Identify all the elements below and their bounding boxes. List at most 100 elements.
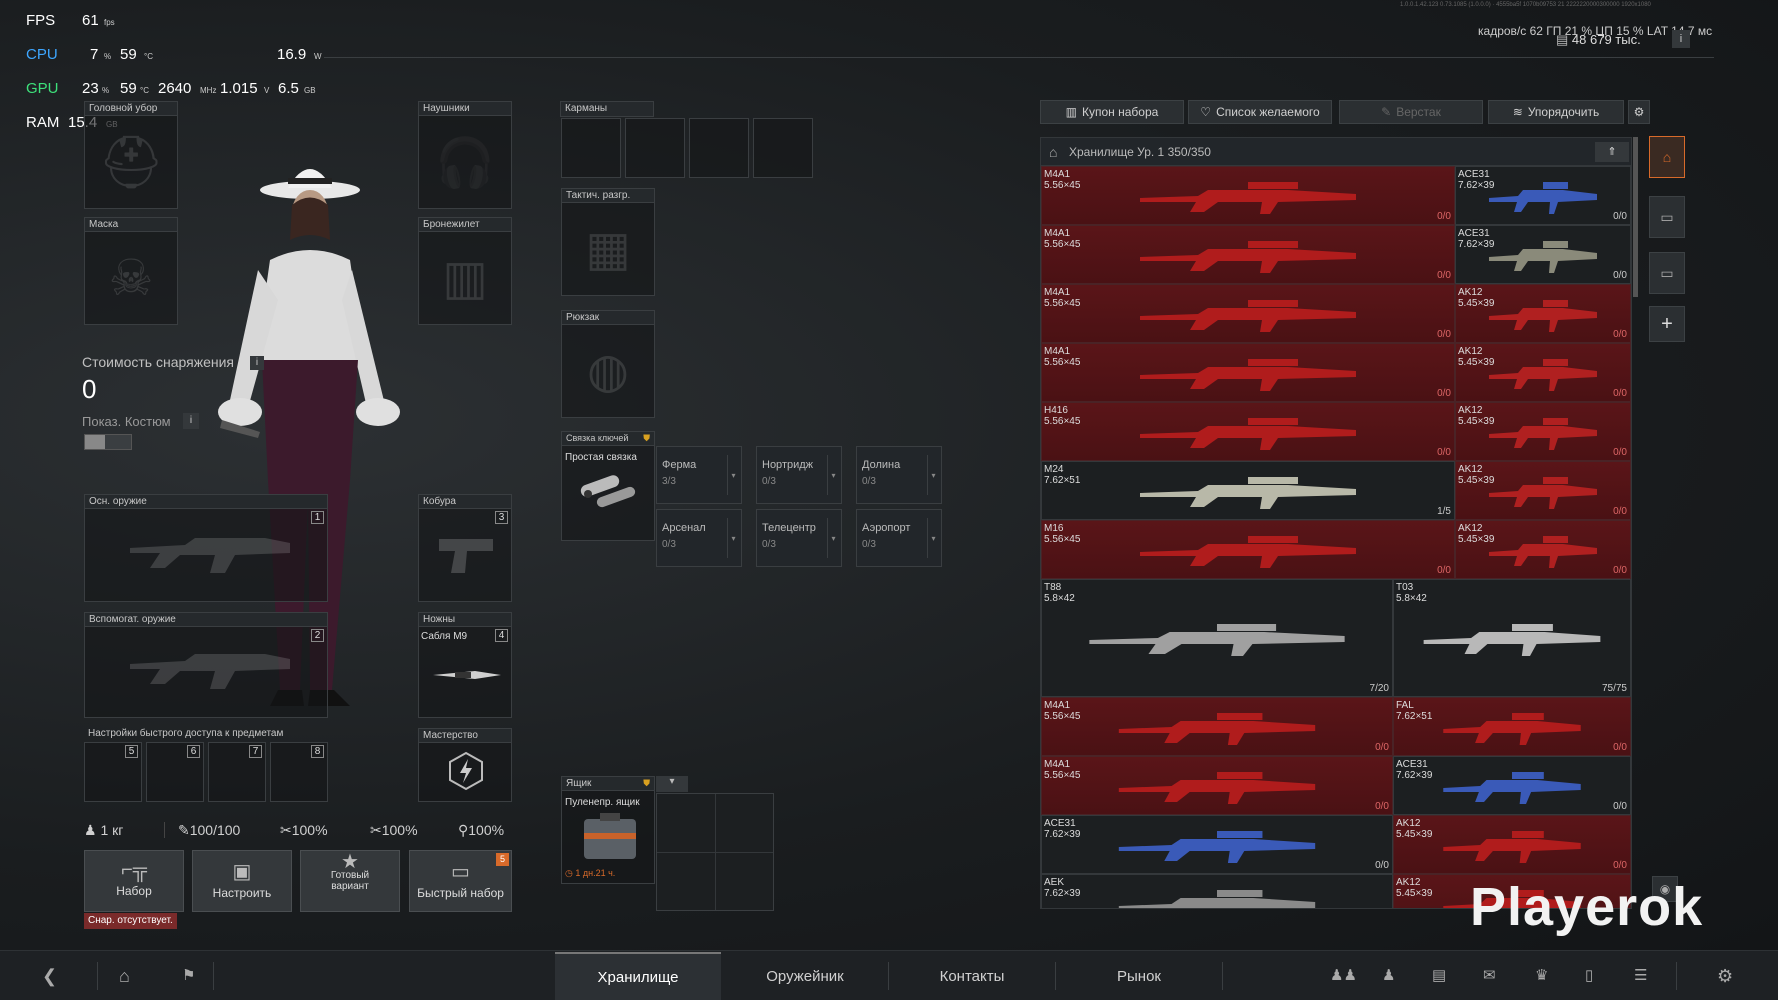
quick-kit-button[interactable]: ▭ Быстрый набор 5: [409, 850, 512, 912]
stash-item[interactable]: M4A1 5.56×45 0/0: [1041, 756, 1393, 815]
backpack-label: Рюкзак: [562, 311, 654, 325]
stash-item[interactable]: FAL 7.62×51 0/0: [1393, 697, 1631, 756]
stash-item[interactable]: T03 5.8×42 75/75: [1393, 579, 1631, 697]
quest-card[interactable]: Ферма 3/3 ▾: [656, 446, 742, 504]
stash-item[interactable]: AEK 7.62×39: [1041, 874, 1393, 908]
stash-item[interactable]: M4A1 5.56×45 0/0: [1041, 284, 1455, 343]
quick-slot-5[interactable]: 5: [84, 742, 142, 802]
costume-toggle[interactable]: [84, 434, 132, 450]
home-icon[interactable]: ⌂: [119, 966, 130, 987]
secondary-weapon-slot[interactable]: Вспомогат. оружие 2: [84, 612, 328, 718]
stash-item[interactable]: ACE31 7.62×39 0/0: [1393, 756, 1631, 815]
secondary-weapon-label: Вспомогат. оружие: [85, 613, 327, 627]
stash-item[interactable]: T88 5.8×42 7/20: [1041, 579, 1393, 697]
document-icon[interactable]: ▯: [1585, 966, 1593, 984]
stash-item[interactable]: AK12 5.45×39 0/0: [1455, 402, 1631, 461]
flag-icon[interactable]: ⚑: [182, 966, 195, 984]
quest-card[interactable]: Телецентр 0/3 ▾: [756, 509, 842, 567]
costume-info-icon[interactable]: i: [183, 413, 199, 429]
tab-market[interactable]: Рынок: [1056, 952, 1222, 1000]
chevron-down-icon[interactable]: ▾: [727, 518, 739, 558]
back-arrow-icon[interactable]: ❮: [42, 966, 57, 987]
stash-item[interactable]: AK12 5.45×39 0/0: [1455, 343, 1631, 402]
gear-value: 0: [82, 374, 97, 404]
item-caliber: 5.56×45: [1044, 711, 1081, 722]
stash-item[interactable]: ACE31 7.62×39 0/0: [1041, 815, 1393, 874]
chevron-down-icon[interactable]: ▾: [927, 455, 939, 495]
profile-icon[interactable]: ♟: [1382, 966, 1395, 984]
item-caliber: 7.62×39: [1044, 829, 1081, 840]
stash-item[interactable]: M4A1 5.56×45 0/0: [1041, 225, 1455, 284]
stash-item[interactable]: M4A1 5.56×45 0/0: [1041, 166, 1455, 225]
tactical-rig-slot[interactable]: Тактич. разгр. ▦: [561, 188, 655, 296]
mail-icon[interactable]: ✉: [1483, 966, 1496, 984]
stash-item[interactable]: AK12 5.45×39 0/0: [1455, 284, 1631, 343]
wishlist-button[interactable]: ♡ Список желаемого: [1188, 100, 1332, 124]
preset-button[interactable]: ★ Готовый вариант: [300, 850, 400, 912]
mask-slot[interactable]: Маска ☠: [84, 217, 178, 325]
upgrade-arrow-icon[interactable]: ⇑: [1595, 142, 1629, 162]
tab-contacts[interactable]: Контакты: [889, 952, 1055, 1000]
pin-icon[interactable]: ▾: [656, 776, 688, 792]
quick-slot-8[interactable]: 8: [270, 742, 328, 802]
stash-scrollbar[interactable]: [1633, 137, 1638, 297]
container-tab-1[interactable]: ▭: [1649, 196, 1685, 238]
pocket-slot-1[interactable]: [561, 118, 621, 178]
quick-slot-6[interactable]: 6: [146, 742, 204, 802]
info-icon[interactable]: i: [1672, 30, 1690, 48]
pocket-slot-4[interactable]: [753, 118, 813, 178]
settings-gear-icon[interactable]: ⚙: [1628, 100, 1650, 124]
keyring-slot[interactable]: Связка ключей ⛊ Простая связка: [561, 431, 655, 541]
chevron-down-icon[interactable]: ▾: [927, 518, 939, 558]
stash-item[interactable]: AK12 5.45×39 0/0: [1455, 520, 1631, 579]
tab-armory[interactable]: Оружейник: [722, 952, 888, 1000]
container-tab-2[interactable]: ▭: [1649, 252, 1685, 294]
stash-item[interactable]: ACE31 7.62×39 0/0: [1455, 225, 1631, 284]
stash-item[interactable]: M4A1 5.56×45 0/0: [1041, 343, 1455, 402]
secure-box-slot[interactable]: Ящик ⛊ Пуленепр. ящик ◷ 1 дн.21 ч.: [561, 776, 655, 884]
settings-icon[interactable]: ⚙: [1717, 966, 1733, 987]
headphones-slot[interactable]: Наушники 🎧: [418, 101, 512, 209]
stash-home-tab[interactable]: ⌂: [1649, 136, 1685, 178]
coupon-button[interactable]: ▥ Купон набора: [1040, 100, 1184, 124]
armor-slot[interactable]: Бронежилет ▥: [418, 217, 512, 325]
stash-item[interactable]: M4A1 5.56×45 0/0: [1041, 697, 1393, 756]
rifle-icon: [1489, 535, 1597, 568]
mastery-slot[interactable]: Мастерство: [418, 728, 512, 802]
secure-box-grid[interactable]: [656, 793, 774, 911]
backpack-slot[interactable]: Рюкзак ◍: [561, 310, 655, 418]
gear-value-info-icon[interactable]: i: [250, 356, 264, 370]
knife-slot[interactable]: Ножны Сабля M9 4: [418, 612, 512, 718]
chevron-down-icon[interactable]: ▾: [727, 455, 739, 495]
hook-icon: ⚲: [458, 822, 469, 838]
quest-card[interactable]: Аэропорт 0/3 ▾: [856, 509, 942, 567]
pocket-slot-3[interactable]: [689, 118, 749, 178]
stash-item[interactable]: AK12 5.45×39 0/0: [1393, 815, 1631, 874]
pocket-slot-2[interactable]: [625, 118, 685, 178]
tab-stash[interactable]: Хранилище: [555, 952, 721, 1000]
headwear-slot[interactable]: Головной убор ⛑: [84, 101, 178, 209]
stash-grid: M4A1 5.56×45 0/0 ACE31 7.62×39 0/0 M4A1 5.56×45…: [1041, 166, 1631, 908]
workbench-button[interactable]: ✎ Верстак: [1339, 100, 1483, 124]
holster-slot[interactable]: Кобура 3: [418, 494, 512, 602]
tasks-icon[interactable]: ☰: [1634, 966, 1647, 984]
quest-card[interactable]: Долина 0/3 ▾: [856, 446, 942, 504]
primary-weapon-slot[interactable]: Осн. оружие 1: [84, 494, 328, 602]
stash-item[interactable]: ACE31 7.62×39 0/0: [1455, 166, 1631, 225]
stash-item[interactable]: M16 5.56×45 0/0: [1041, 520, 1455, 579]
configure-button[interactable]: ▣ Настроить: [192, 850, 292, 912]
add-container-button[interactable]: +: [1649, 306, 1685, 342]
sort-button[interactable]: ≋ Упорядочить: [1488, 100, 1624, 124]
trophy-icon[interactable]: ♛: [1535, 966, 1548, 984]
chevron-down-icon[interactable]: ▾: [827, 455, 839, 495]
quick-slot-7[interactable]: 7: [208, 742, 266, 802]
chat-icon[interactable]: ▤: [1432, 966, 1446, 984]
stash-item[interactable]: AK12 5.45×39 0/0: [1455, 461, 1631, 520]
stash-item[interactable]: H416 5.56×45 0/0: [1041, 402, 1455, 461]
stash-item[interactable]: M24 7.62×51 1/5: [1041, 461, 1455, 520]
quest-card[interactable]: Арсенал 0/3 ▾: [656, 509, 742, 567]
kit-button[interactable]: ⌐╦ Набор: [84, 850, 184, 912]
squad-icon[interactable]: ♟♟: [1330, 966, 1357, 984]
quest-card[interactable]: Нортридж 0/3 ▾: [756, 446, 842, 504]
chevron-down-icon[interactable]: ▾: [827, 518, 839, 558]
